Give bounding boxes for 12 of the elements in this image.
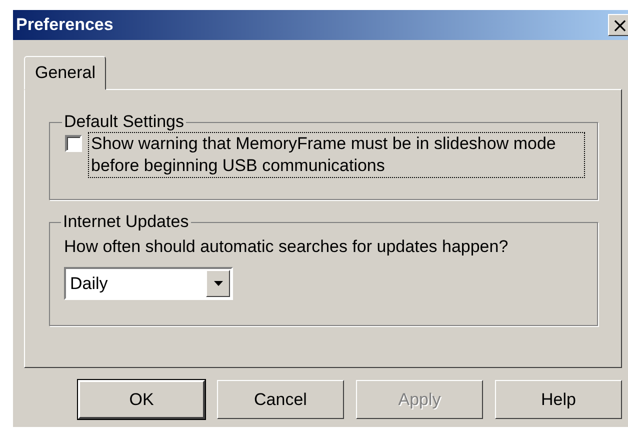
dialog-button[interactable]: Cancel: [217, 380, 344, 419]
window-title: Preferences: [16, 15, 114, 35]
checkbox[interactable]: [65, 135, 82, 152]
frequency-dropdown[interactable]: Daily: [64, 267, 233, 300]
dialog-button[interactable]: OK: [78, 380, 205, 419]
checkbox-label[interactable]: Show warning that MemoryFrame must be in slideshow mode before beginning USB communications: [88, 132, 585, 178]
dialog-button[interactable]: Help: [495, 380, 622, 419]
question-text: How often should automatic searches for updates happen?: [64, 237, 510, 257]
group-title: Default Settings: [63, 112, 186, 132]
tab[interactable]: General: [24, 56, 106, 90]
close-button[interactable]: ×: [608, 14, 628, 36]
group-title: Internet Updates: [62, 212, 190, 232]
